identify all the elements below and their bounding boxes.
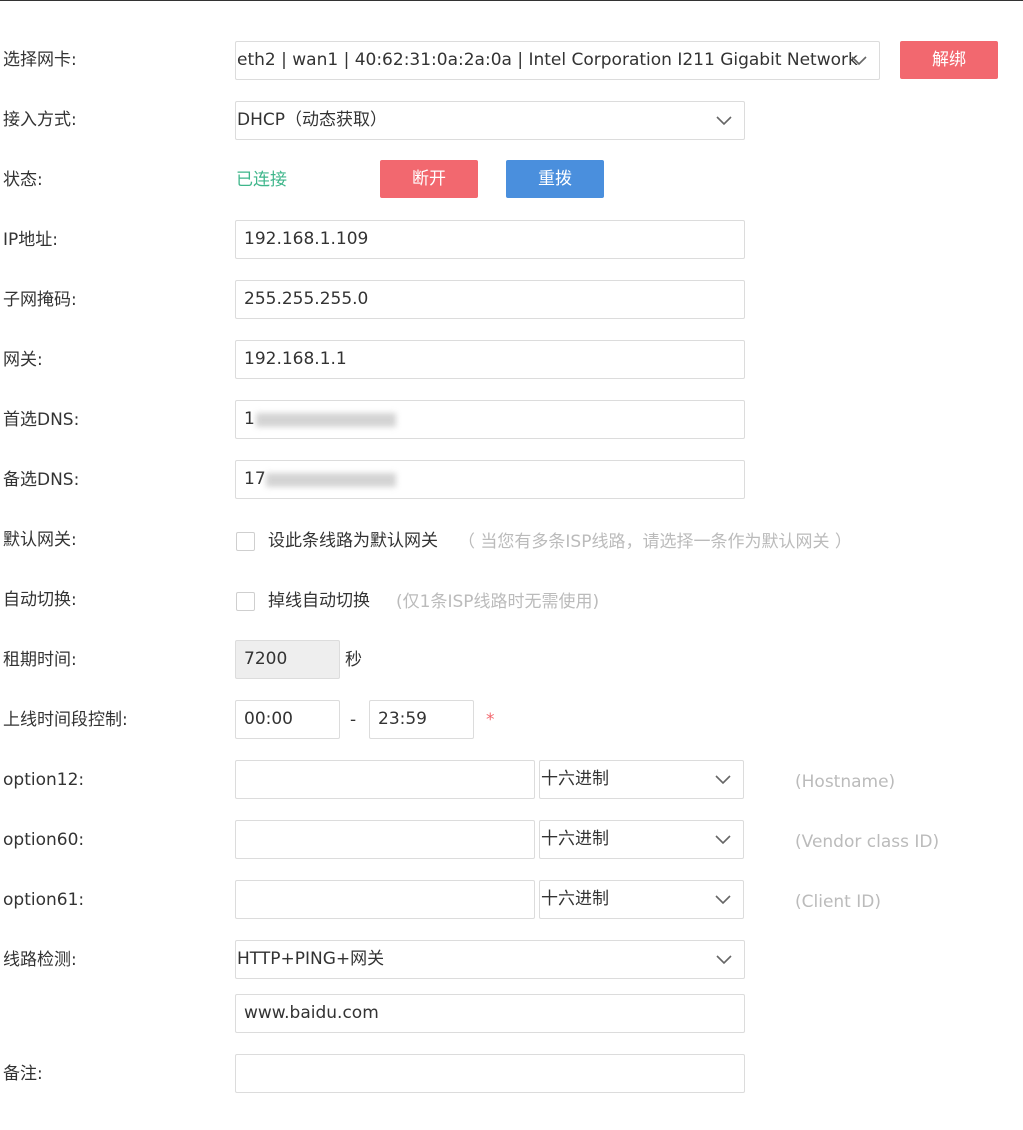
secondary-dns-input[interactable]: 17 <box>235 460 745 499</box>
redaction-blur <box>256 413 396 427</box>
unbind-button[interactable]: 解绑 <box>900 41 998 79</box>
disconnect-button[interactable]: 断开 <box>380 160 478 198</box>
option60-input[interactable] <box>235 820 535 859</box>
option60-hint: (Vendor class ID) <box>795 832 940 852</box>
default-gateway-checkbox[interactable] <box>236 532 255 551</box>
nic-select[interactable]: eth2 | wan1 | 40:62:31:0a:2a:0a | Intel … <box>235 41 880 80</box>
default-gateway-label: 默认网关: <box>3 530 77 550</box>
gateway-label: 网关: <box>3 350 43 370</box>
redial-button[interactable]: 重拨 <box>506 160 604 198</box>
auto-switch-checkbox-label: 掉线自动切换 <box>268 591 370 611</box>
redaction-blur <box>266 473 396 487</box>
required-mark: * <box>486 710 495 730</box>
lease-input: 7200 <box>235 640 340 679</box>
option60-encoding-value: 十六进制 <box>541 829 609 849</box>
primary-dns-input[interactable]: 1 <box>235 400 745 439</box>
time-separator: - <box>350 710 357 730</box>
auto-switch-label: 自动切换: <box>3 590 77 610</box>
online-time-label: 上线时间段控制: <box>3 710 128 730</box>
ip-input[interactable]: 192.168.1.109 <box>235 220 745 259</box>
top-border <box>0 0 1023 1</box>
option61-hint: (Client ID) <box>795 892 881 912</box>
line-check-label: 线路检测: <box>3 950 77 970</box>
option12-hint: (Hostname) <box>795 772 896 792</box>
chevron-down-icon <box>715 835 731 845</box>
lease-label: 租期时间: <box>3 650 77 670</box>
option12-input[interactable] <box>235 760 535 799</box>
option60-label: option60: <box>3 830 85 850</box>
dns1-label: 首选DNS: <box>3 410 80 430</box>
chevron-down-icon <box>715 775 731 785</box>
remark-label: 备注: <box>3 1064 43 1084</box>
line-check-select[interactable]: HTTP+PING+网关 <box>235 940 745 979</box>
option12-encoding-select[interactable]: 十六进制 <box>539 760 744 799</box>
gateway-input[interactable]: 192.168.1.1 <box>235 340 745 379</box>
nic-select-value: eth2 | wan1 | 40:62:31:0a:2a:0a | Intel … <box>237 50 858 70</box>
line-check-select-value: HTTP+PING+网关 <box>237 949 385 969</box>
primary-dns-value: 1 <box>244 409 255 429</box>
option60-encoding-select[interactable]: 十六进制 <box>539 820 744 859</box>
chevron-down-icon <box>715 895 731 905</box>
option12-encoding-value: 十六进制 <box>541 769 609 789</box>
secondary-dns-value: 17 <box>244 469 266 489</box>
chevron-down-icon <box>851 56 867 66</box>
mask-label: 子网掩码: <box>3 290 77 310</box>
check-url-input[interactable]: www.baidu.com <box>235 994 745 1033</box>
remark-input[interactable] <box>235 1054 745 1093</box>
dns2-label: 备选DNS: <box>3 470 80 490</box>
option61-input[interactable] <box>235 880 535 919</box>
option61-label: option61: <box>3 890 85 910</box>
online-end-input[interactable]: 23:59 <box>369 700 474 739</box>
auto-switch-checkbox[interactable] <box>236 592 255 611</box>
access-select[interactable]: DHCP（动态获取） <box>235 101 745 140</box>
status-label: 状态: <box>3 170 43 190</box>
access-select-value: DHCP（动态获取） <box>237 110 387 130</box>
ip-label: IP地址: <box>3 230 58 250</box>
lease-unit: 秒 <box>345 650 362 670</box>
connection-status: 已连接 <box>236 170 287 190</box>
online-start-input[interactable]: 00:00 <box>235 700 340 739</box>
nic-label: 选择网卡: <box>3 50 77 70</box>
default-gateway-checkbox-label: 设此条线路为默认网关 <box>268 531 438 551</box>
default-gateway-hint: （ 当您有多条ISP线路，请选择一条作为默认网关 ） <box>458 532 852 552</box>
chevron-down-icon <box>716 116 732 126</box>
option61-encoding-value: 十六进制 <box>541 889 609 909</box>
access-label: 接入方式: <box>3 110 77 130</box>
option12-label: option12: <box>3 770 85 790</box>
option61-encoding-select[interactable]: 十六进制 <box>539 880 744 919</box>
auto-switch-hint: (仅1条ISP线路时无需使用) <box>396 592 600 612</box>
chevron-down-icon <box>716 955 732 965</box>
mask-input[interactable]: 255.255.255.0 <box>235 280 745 319</box>
